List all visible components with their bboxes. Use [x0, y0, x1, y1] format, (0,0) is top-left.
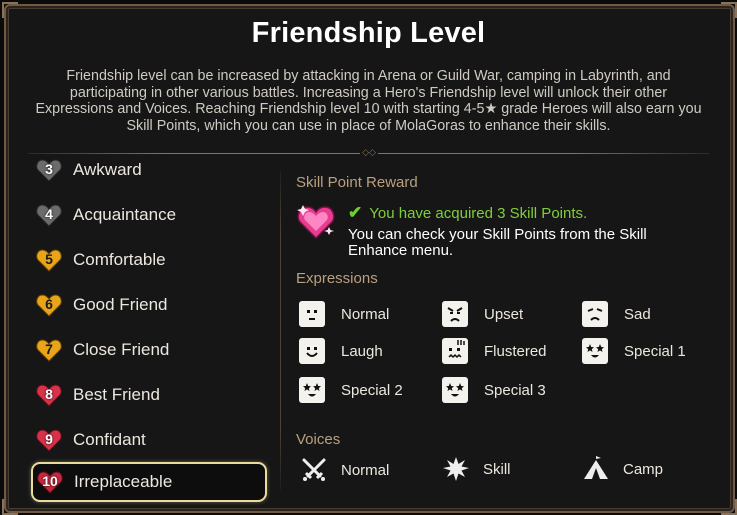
level-label: Confidant — [73, 430, 146, 449]
heart-level-icon: 9 — [36, 428, 62, 452]
level-item-awkward[interactable]: 3 Awkward — [32, 152, 268, 188]
level-item-close-friend[interactable]: 7 Close Friend — [32, 332, 268, 368]
voice-label: Normal — [341, 461, 390, 479]
frame-corner — [2, 499, 18, 515]
expression-special-3[interactable]: Special 3 — [442, 377, 546, 403]
heart-level-icon: 7 — [36, 338, 62, 362]
level-item-irreplaceable[interactable]: 10 Irreplaceable — [31, 462, 267, 502]
heart-level-icon: 6 — [36, 293, 62, 317]
heart-level-icon: 8 — [36, 383, 62, 407]
expressions-heading: Expressions — [296, 270, 378, 287]
level-label: Best Friend — [73, 385, 160, 404]
face-flustered-icon — [442, 338, 468, 364]
face-special-icon — [442, 377, 468, 403]
heart-number: 5 — [45, 251, 53, 267]
expression-label: Laugh — [341, 342, 383, 360]
expression-flustered[interactable]: Flustered — [442, 338, 547, 364]
expression-label: Special 2 — [341, 381, 403, 399]
heart-number: 3 — [45, 161, 53, 177]
expression-normal[interactable]: Normal — [299, 301, 389, 327]
heart-number: 7 — [45, 341, 53, 357]
voice-normal[interactable]: Normal — [300, 457, 389, 483]
frame-corner — [2, 2, 18, 18]
expression-laugh[interactable]: Laugh — [299, 338, 383, 364]
tent-icon — [582, 456, 610, 482]
level-item-acquaintance[interactable]: 4 Acquaintance — [32, 197, 268, 233]
level-label: Close Friend — [73, 340, 170, 359]
expression-label: Special 1 — [624, 342, 686, 360]
level-item-comfortable[interactable]: 5 Comfortable — [32, 242, 268, 278]
heart-number: 4 — [45, 206, 53, 222]
level-label: Irreplaceable — [74, 472, 173, 491]
skill-points-note: You can check your Skill Points from the… — [348, 226, 647, 259]
heart-number: 10 — [42, 473, 58, 489]
voice-camp[interactable]: Camp — [582, 456, 663, 482]
expression-label: Flustered — [484, 342, 547, 360]
skill-points-acquired: ✔ You have acquired 3 Skill Points. — [348, 203, 587, 223]
checkmark-icon: ✔ — [348, 203, 363, 222]
level-label: Awkward — [73, 160, 142, 179]
expression-upset[interactable]: Upset — [442, 301, 523, 327]
heart-level-icon: 5 — [36, 248, 62, 272]
expression-special-2[interactable]: Special 2 — [299, 377, 403, 403]
column-separator — [280, 170, 281, 490]
voices-heading: Voices — [296, 431, 341, 448]
divider-ornament-icon: ◇◇ — [360, 148, 378, 158]
frame-corner — [721, 2, 737, 18]
face-normal-icon — [299, 301, 325, 327]
face-laugh-icon — [299, 338, 325, 364]
voice-label: Camp — [623, 460, 664, 478]
face-sad-icon — [582, 301, 608, 327]
heart-level-icon: 10 — [37, 470, 63, 494]
voice-skill[interactable]: Skill — [442, 456, 511, 482]
level-label: Acquaintance — [73, 205, 177, 224]
heart-number: 8 — [45, 386, 53, 402]
heart-number: 9 — [45, 431, 53, 447]
description-text: Friendship level can be increased by att… — [35, 68, 702, 134]
expression-label: Upset — [484, 305, 524, 323]
level-item-good-friend[interactable]: 6 Good Friend — [32, 287, 268, 323]
level-item-best-friend[interactable]: 8 Best Friend — [32, 377, 268, 413]
heart-level-icon: 3 — [36, 158, 62, 182]
expression-special-1[interactable]: Special 1 — [582, 338, 686, 364]
face-special-icon — [299, 377, 325, 403]
face-special-icon — [582, 338, 608, 364]
face-upset-icon — [442, 301, 468, 327]
level-label: Comfortable — [73, 250, 166, 269]
burst-icon — [442, 456, 470, 482]
voice-label: Skill — [483, 460, 511, 478]
skill-point-gem-icon — [296, 201, 336, 241]
panel-title: Friendship Level — [251, 17, 486, 49]
level-item-confidant[interactable]: 9 Confidant — [32, 422, 268, 458]
expression-sad[interactable]: Sad — [582, 301, 651, 327]
expression-label: Normal — [341, 305, 390, 323]
skill-reward-heading: Skill Point Reward — [296, 174, 418, 191]
heart-level-icon: 4 — [36, 203, 62, 227]
expression-label: Special 3 — [484, 381, 546, 399]
acquired-text: You have acquired 3 Skill Points. — [369, 204, 588, 222]
crossed-swords-icon — [300, 457, 328, 483]
heart-number: 6 — [45, 296, 53, 312]
expression-label: Sad — [624, 305, 651, 323]
frame-corner — [721, 499, 737, 515]
level-label: Good Friend — [73, 295, 168, 314]
